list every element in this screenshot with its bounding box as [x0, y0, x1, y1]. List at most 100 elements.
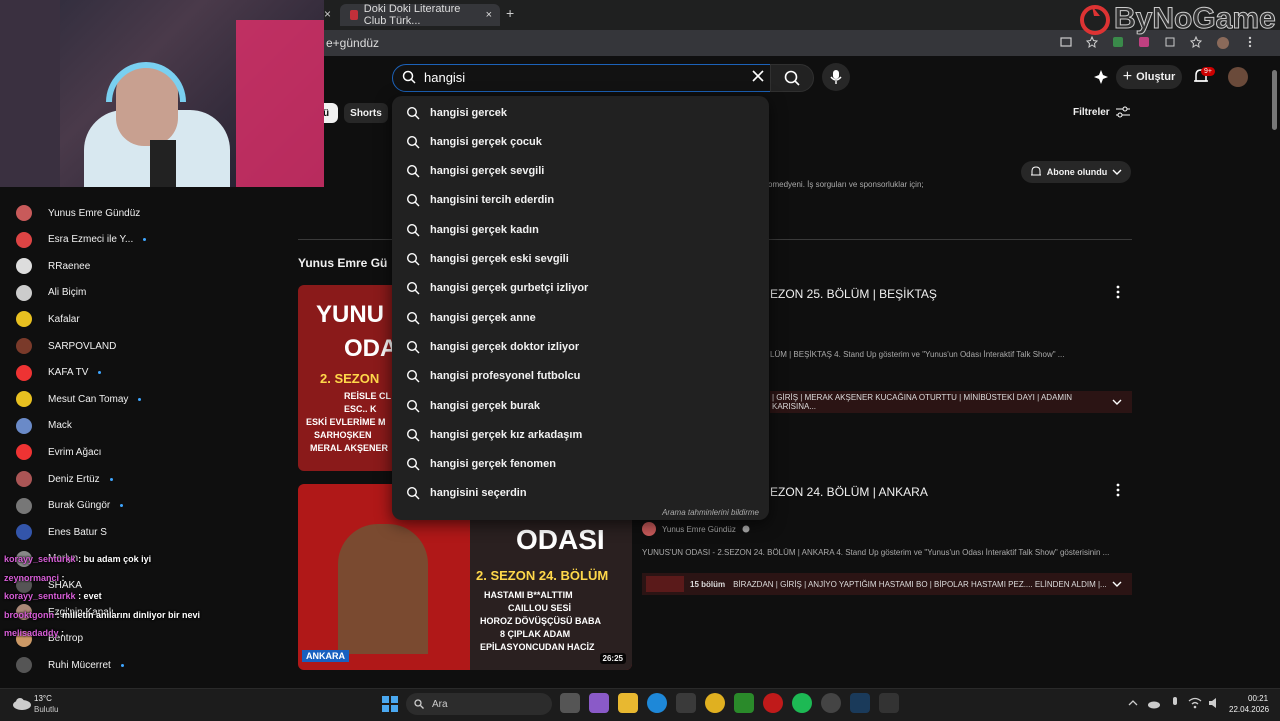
weather-temp[interactable]: 13°C	[34, 694, 52, 703]
wifi-icon[interactable]	[1188, 697, 1202, 709]
more-options-icon[interactable]	[1114, 483, 1122, 497]
report-predictions-link[interactable]: Arama tahminlerini bildirme	[662, 508, 759, 517]
search-suggestion[interactable]: hangisi gerçek çocuk	[392, 127, 769, 156]
microphone-icon[interactable]	[1170, 696, 1180, 710]
subscribed-button[interactable]: Abone olundu	[1021, 161, 1131, 183]
sidebar-channel[interactable]: Kafalar	[16, 306, 80, 332]
notification-badge: 9+	[1201, 67, 1215, 76]
search-suggestion[interactable]: hangisi gerçek gurbetçi izliyor	[392, 274, 769, 303]
clock-date[interactable]: 22.04.2026	[1229, 705, 1269, 714]
address-text[interactable]: e+gündüz	[326, 36, 379, 50]
extension-icon-2[interactable]	[1138, 36, 1150, 48]
chevron-down-icon[interactable]	[1112, 398, 1122, 406]
sparkle-icon[interactable]	[1093, 69, 1109, 85]
search-suggestion[interactable]: hangisi gerçek fenomen	[392, 450, 769, 479]
sidebar-channel[interactable]: Enes Batur S	[16, 519, 107, 545]
weather-desc[interactable]: Bulutlu	[34, 705, 58, 714]
close-tab-icon[interactable]: ×	[324, 7, 331, 21]
search-suggestion[interactable]: hangisi gerçek doktor izliyor	[392, 332, 769, 361]
page-scrollbar[interactable]	[1272, 70, 1277, 130]
tab-doki-doki[interactable]: Doki Doki Literature Club Türk... ×	[340, 3, 500, 27]
edge-icon[interactable]	[647, 693, 667, 713]
profile-icon[interactable]	[1216, 36, 1230, 50]
bookmarks-icon[interactable]	[1190, 36, 1202, 48]
search-suggestion[interactable]: hangisi gerçek eski sevgili	[392, 245, 769, 274]
chevron-up-icon[interactable]	[1128, 699, 1138, 707]
menu-dots-icon[interactable]	[1244, 36, 1256, 48]
sidebar-channel[interactable]: Ruhi Mücerret	[16, 652, 124, 678]
store-icon[interactable]	[676, 693, 696, 713]
new-content-dot	[98, 371, 102, 375]
copilot-icon[interactable]	[589, 693, 609, 713]
search-suggestion[interactable]: hangisi profesyonel futbolcu	[392, 362, 769, 391]
sidebar-channel[interactable]: KAFA TV	[16, 360, 102, 386]
search-suggestion[interactable]: hangisini seçerdin	[392, 479, 769, 508]
volume-icon[interactable]	[1208, 697, 1222, 709]
spotify-icon[interactable]	[792, 693, 812, 713]
sidebar-channel[interactable]: Yunus Emre Gündüz	[16, 200, 140, 226]
voice-search-button[interactable]	[822, 63, 850, 91]
sidebar-channel[interactable]: Evrim Ağacı	[16, 439, 101, 465]
playlist-row[interactable]: 15 bölüm BİRAZDAN | GİRİŞ | ANJİYO YAPTI…	[642, 573, 1132, 595]
video-channel-row[interactable]: Yunus Emre Gündüz	[642, 522, 750, 536]
steam-icon[interactable]	[850, 693, 870, 713]
search-button[interactable]	[770, 64, 814, 92]
video-thumbnail[interactable]: YUNU ODA 2. SEZON REİSLE CL ESC.. K ESKİ…	[298, 285, 398, 471]
file-explorer-icon[interactable]	[618, 693, 638, 713]
opera-icon[interactable]	[763, 693, 783, 713]
sidebar-channel[interactable]: Mesut Can Tomay	[16, 386, 142, 412]
sidebar-channel-label: Mack	[48, 420, 72, 432]
clock-time[interactable]: 00:21	[1248, 694, 1268, 703]
more-options-icon[interactable]	[1114, 285, 1122, 299]
nvidia-icon[interactable]	[734, 693, 754, 713]
search-suggestion[interactable]: hangisi gerçek kız arkadaşım	[392, 420, 769, 449]
channel-avatar	[16, 417, 32, 434]
sidebar-channel[interactable]: SARPOVLAND	[16, 333, 116, 359]
search-suggestion[interactable]: hangisi gerçek sevgili	[392, 157, 769, 186]
chevron-down-icon[interactable]	[1112, 580, 1122, 588]
video-description: LÜM | BEŞİKTAŞ 4. Stand Up gösterim ve "…	[770, 350, 1065, 359]
chip-shorts[interactable]: Shorts	[344, 103, 388, 123]
search-suggestion[interactable]: hangisi gerçek kadın	[392, 215, 769, 244]
account-avatar[interactable]	[1228, 67, 1248, 87]
extension-icon[interactable]	[1112, 36, 1124, 48]
suggestion-text: hangisini seçerdin	[430, 487, 527, 500]
create-button[interactable]: + Oluştur	[1116, 65, 1182, 89]
video-title[interactable]: EZON 24. BÖLÜM | ANKARA	[770, 485, 928, 499]
clear-search-icon[interactable]	[752, 70, 764, 82]
new-tab-button[interactable]: +	[506, 5, 514, 21]
sidebar-channel[interactable]: Burak Güngör	[16, 493, 124, 519]
sidebar-channel[interactable]: Ali Biçim	[16, 280, 86, 306]
sidebar-channel[interactable]: Esra Ezmeci ile Y...	[16, 227, 147, 253]
sidebar-channel[interactable]: Deniz Ertüz	[16, 466, 113, 492]
search-input[interactable]	[424, 68, 744, 86]
search-suggestion[interactable]: hangisi gerçek anne	[392, 303, 769, 332]
sidebar-channel-label: RRaenee	[48, 260, 91, 272]
search-icon	[406, 340, 420, 354]
search-icon	[406, 458, 420, 471]
video-title[interactable]: EZON 25. BÖLÜM | BEŞİKTAŞ	[770, 287, 937, 301]
filters-button[interactable]: Filtreler	[1073, 106, 1130, 118]
search-suggestion[interactable]: hangisini tercih ederdin	[392, 186, 769, 215]
onedrive-icon[interactable]	[1147, 697, 1161, 709]
channel-avatar	[16, 471, 32, 487]
sidebar-channel[interactable]: Mack	[16, 413, 72, 439]
cast-icon[interactable]	[1060, 36, 1072, 48]
taskbar-search[interactable]: Ara	[406, 693, 552, 715]
puzzle-icon[interactable]	[1164, 36, 1176, 48]
sidebar-channel[interactable]: RRaenee	[16, 253, 90, 279]
search-suggestion[interactable]: hangisi gerçek burak	[392, 391, 769, 420]
windows-start-icon[interactable]	[382, 696, 398, 712]
search-suggestion[interactable]: hangisi gercek	[392, 98, 769, 127]
epic-games-icon[interactable]	[879, 693, 899, 713]
playlist-row[interactable]: | GİRİŞ | MERAK AKŞENER KUCAĞINA OTURTTU…	[770, 391, 1132, 413]
webcam-mic	[150, 140, 176, 187]
thumb-text: 2. SEZON 24. BÖLÜM	[476, 568, 609, 583]
bookmark-star-icon[interactable]	[1086, 36, 1098, 48]
task-view-icon[interactable]	[560, 693, 580, 713]
chrome-icon[interactable]	[705, 693, 725, 713]
close-tab-icon[interactable]: ×	[486, 9, 492, 21]
section-title: Yunus Emre Gü	[298, 256, 388, 270]
obs-icon[interactable]	[821, 693, 841, 713]
headset-icon	[106, 62, 186, 102]
